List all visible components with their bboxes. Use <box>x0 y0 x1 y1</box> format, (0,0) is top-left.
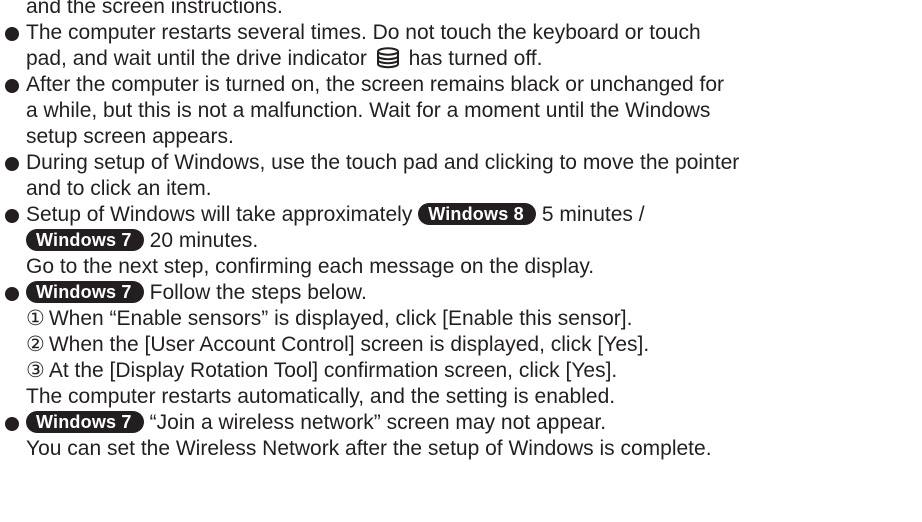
step-number: ③ <box>26 359 45 382</box>
bullet-line: Setup of Windows will take approximately… <box>26 202 922 228</box>
step-item: ② When the [User Account Control] screen … <box>26 332 922 358</box>
bullet-text: pad, and wait until the drive indicator <box>26 47 367 70</box>
bullet-dot <box>5 79 19 93</box>
bullet-item-black-screen: After the computer is turned on, the scr… <box>0 72 922 150</box>
bullet-dot <box>5 27 19 41</box>
bullet-item-restarts: The computer restarts several times. Do … <box>0 20 922 72</box>
bullet-line: Windows 7 Follow the steps below. <box>26 280 922 306</box>
step-text: When the [User Account Control] screen i… <box>48 333 650 356</box>
bullet-text: 5 minutes / <box>541 203 645 226</box>
bullet-line: The computer restarts automatically, and… <box>26 385 616 408</box>
windows-8-badge: Windows 8 <box>418 203 536 225</box>
step-text: When “Enable sensors” is displayed, clic… <box>48 307 633 330</box>
bullet-line: Go to the next step, confirming each mes… <box>26 255 595 278</box>
bullet-dot <box>5 157 19 171</box>
bullet-text: 20 minutes. <box>149 229 259 252</box>
bullet-dot <box>5 209 19 223</box>
windows-7-badge: Windows 7 <box>26 281 144 303</box>
bullet-text: Follow the steps below. <box>149 281 367 304</box>
bullet-line: Windows 7 “Join a wireless network” scree… <box>26 410 922 436</box>
bullet-dot <box>5 287 19 301</box>
bullet-line: You can set the Wireless Network after t… <box>26 437 712 460</box>
step-text: At the [Display Rotation Tool] confirmat… <box>48 359 618 382</box>
bullet-line: and to click an item. <box>26 177 212 200</box>
bullet-line: During setup of Windows, use the touch p… <box>26 151 740 174</box>
bullet-text: has turned off. <box>408 47 543 70</box>
bullet-line: Windows 7 20 minutes. <box>26 228 922 254</box>
step-number: ② <box>26 333 45 356</box>
step-item: ③ At the [Display Rotation Tool] confirma… <box>26 358 922 384</box>
bullet-text: Setup of Windows will take approximately <box>26 203 413 226</box>
step-item: ① When “Enable sensors” is displayed, cli… <box>26 306 922 332</box>
bullet-dot <box>5 417 19 431</box>
bullet-line: After the computer is turned on, the scr… <box>26 73 725 96</box>
bullet-line: pad, and wait until the drive indicator … <box>26 46 922 72</box>
windows-7-badge: Windows 7 <box>26 411 144 433</box>
step-number: ① <box>26 307 45 330</box>
cut-top-line: and the screen instructions. <box>26 0 283 18</box>
bullet-item-setup-time: Setup of Windows will take approximately… <box>0 202 922 280</box>
bullet-line: The computer restarts several times. Do … <box>26 21 701 44</box>
windows-7-badge: Windows 7 <box>26 229 144 251</box>
bullet-text: “Join a wireless network” screen may not… <box>149 411 607 434</box>
bullet-item-wireless: Windows 7 “Join a wireless network” scree… <box>0 410 922 462</box>
instructions-page: and the screen instructions. The compute… <box>0 0 922 462</box>
bullet-item-touch-pad: During setup of Windows, use the touch p… <box>0 150 922 202</box>
bullet-line: setup screen appears. <box>26 125 234 148</box>
drive-indicator-icon <box>375 47 401 69</box>
bullet-line: a while, but this is not a malfunction. … <box>26 99 711 122</box>
bullet-item-win7-steps: Windows 7 Follow the steps below. ① When “… <box>0 280 922 410</box>
